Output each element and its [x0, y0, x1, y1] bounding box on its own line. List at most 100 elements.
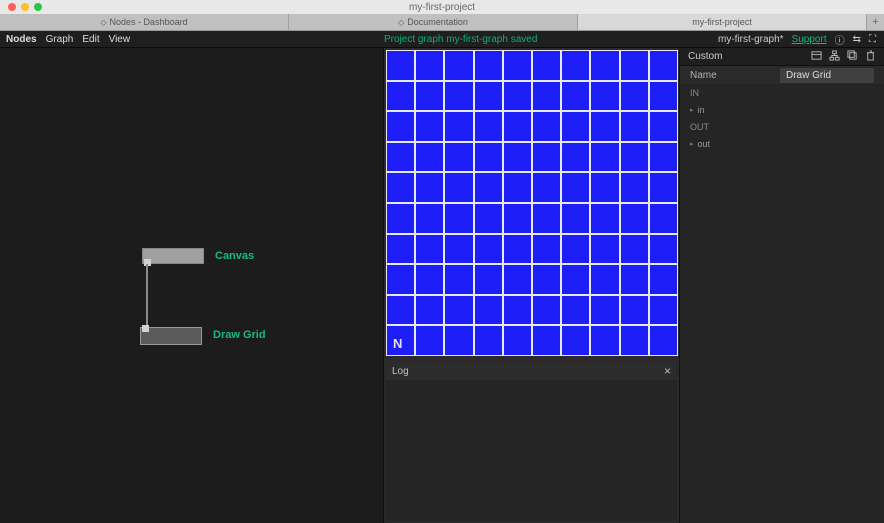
- grid-cell: [620, 295, 649, 326]
- grid-cell: [474, 81, 503, 112]
- grid-cell: [474, 295, 503, 326]
- tab-documentation[interactable]: ◇ Documentation: [289, 14, 578, 30]
- port-label: in: [698, 105, 705, 115]
- grid-cell: [503, 325, 532, 356]
- sync-icon[interactable]: ⇆: [853, 34, 861, 45]
- grid-cell: [503, 172, 532, 203]
- add-tab-button[interactable]: +: [867, 14, 884, 30]
- main-area: Canvas Draw Grid N Log × Custom: [0, 48, 884, 523]
- log-panel: Log ×: [386, 362, 677, 521]
- grid-cell: [561, 264, 590, 295]
- inspector-header: Custom: [688, 51, 722, 62]
- info-icon[interactable]: ⓘ: [835, 32, 845, 47]
- hierarchy-icon[interactable]: [829, 50, 840, 64]
- grid-cell: [386, 234, 415, 265]
- tab-label: my-first-project: [692, 17, 752, 27]
- grid-cell: [620, 50, 649, 81]
- card-icon[interactable]: [811, 50, 822, 64]
- grid-cell: [620, 172, 649, 203]
- inspector-name-value[interactable]: Draw Grid: [780, 68, 874, 83]
- grid-cell: [503, 264, 532, 295]
- menu-graph[interactable]: Graph: [46, 34, 74, 45]
- tab-my-first-project[interactable]: my-first-project: [578, 14, 867, 30]
- grid-cell: [444, 325, 473, 356]
- grid-cell: [415, 295, 444, 326]
- grid-cell: [444, 203, 473, 234]
- grid-cell: [649, 50, 678, 81]
- node-drawgrid-box[interactable]: Draw Grid: [140, 327, 202, 345]
- grid-cell: [415, 203, 444, 234]
- grid-cell: [474, 325, 503, 356]
- grid-cell: [649, 295, 678, 326]
- node-canvas[interactable]: Canvas Draw Grid: [0, 48, 384, 523]
- log-title: Log: [392, 366, 409, 377]
- support-link[interactable]: Support: [792, 34, 827, 45]
- grid-cell: [474, 264, 503, 295]
- tab-nodes-dashboard[interactable]: ◇ Nodes - Dashboard: [0, 14, 289, 30]
- grid-cell: [561, 234, 590, 265]
- graph-name-label: my-first-graph*: [718, 34, 784, 45]
- grid-cell: [474, 142, 503, 173]
- minimize-window-button[interactable]: [21, 3, 29, 11]
- preview-logo-icon: N: [393, 336, 402, 351]
- grid-cell: [386, 295, 415, 326]
- grid-cell: [649, 142, 678, 173]
- inspector-port-out[interactable]: out: [680, 136, 884, 152]
- grid-cell: [590, 295, 619, 326]
- grid-cell: [590, 111, 619, 142]
- expand-icon[interactable]: ⛶: [869, 34, 876, 45]
- inspector-port-in[interactable]: in: [680, 102, 884, 118]
- grid-cell: [649, 111, 678, 142]
- grid-cell: [474, 203, 503, 234]
- menu-view[interactable]: View: [109, 34, 131, 45]
- maximize-window-button[interactable]: [34, 3, 42, 11]
- menu-nodes[interactable]: Nodes: [6, 34, 37, 45]
- tab-icon: ◇: [100, 18, 106, 27]
- grid-cell: [561, 295, 590, 326]
- node-input-port[interactable]: [142, 325, 149, 332]
- grid-cell: [415, 111, 444, 142]
- grid-cell: [503, 50, 532, 81]
- menu-edit[interactable]: Edit: [82, 34, 99, 45]
- grid-cell: [386, 172, 415, 203]
- grid-cell: [444, 295, 473, 326]
- connection-wire[interactable]: [146, 264, 148, 328]
- grid-cell: [620, 203, 649, 234]
- grid-cell: [415, 234, 444, 265]
- inspector-out-section: OUT: [680, 118, 884, 136]
- grid-cell: [620, 81, 649, 112]
- window-title: my-first-project: [0, 2, 884, 13]
- node-canvas-box[interactable]: Canvas: [142, 248, 204, 264]
- inspector-name-key: Name: [690, 70, 780, 81]
- grid-cell: [415, 172, 444, 203]
- delete-icon[interactable]: [865, 50, 876, 64]
- grid-cell: [532, 264, 561, 295]
- close-icon[interactable]: ×: [664, 364, 671, 378]
- grid-cell: [444, 264, 473, 295]
- grid-cell: [503, 111, 532, 142]
- grid-cell: [415, 81, 444, 112]
- grid-cell: [474, 50, 503, 81]
- close-window-button[interactable]: [8, 3, 16, 11]
- status-message: Project graph my-first-graph saved: [384, 34, 537, 45]
- port-label: out: [698, 139, 711, 149]
- grid-cell: [590, 264, 619, 295]
- grid-cell: [444, 81, 473, 112]
- grid-cell: [474, 172, 503, 203]
- grid-cell: [474, 111, 503, 142]
- grid-cell: [444, 142, 473, 173]
- grid-cell: [503, 81, 532, 112]
- inspector-in-section: IN: [680, 84, 884, 102]
- grid-cell: [620, 142, 649, 173]
- window-titlebar: my-first-project: [0, 0, 884, 14]
- grid-cell: [386, 81, 415, 112]
- grid-cell: [532, 81, 561, 112]
- grid-cell: [620, 264, 649, 295]
- copy-icon[interactable]: [847, 50, 858, 64]
- grid-cell: [532, 142, 561, 173]
- grid-cell: [649, 172, 678, 203]
- grid-cell: [415, 325, 444, 356]
- traffic-lights: [8, 3, 42, 11]
- grid-cell: [532, 234, 561, 265]
- grid-cell: [532, 203, 561, 234]
